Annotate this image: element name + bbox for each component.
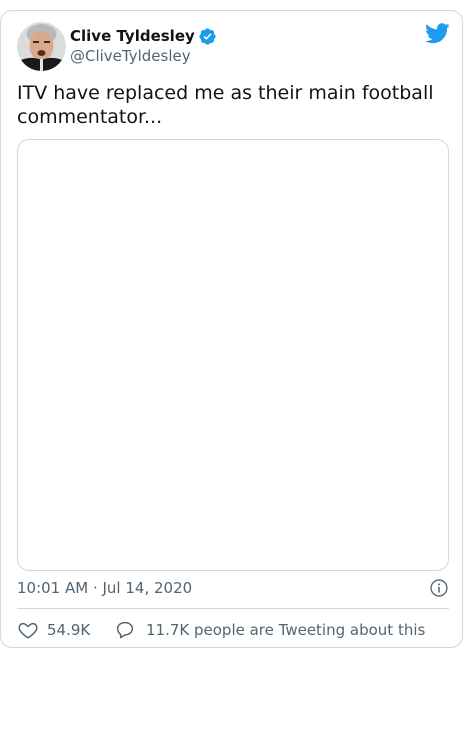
- avatar-image: [17, 22, 66, 71]
- discussion-link[interactable]: 11.7K people are Tweeting about this: [146, 620, 425, 640]
- tweet-text: ITV have replaced me as their main footb…: [17, 82, 434, 128]
- tweet-card[interactable]: Clive Tyldesley @CliveTyldesley ITV have…: [0, 10, 463, 648]
- timestamp-link[interactable]: 10:01 AM · Jul 14, 2020: [17, 578, 192, 598]
- divider: [17, 608, 449, 609]
- twitter-bird-icon[interactable]: [425, 23, 450, 44]
- author-handle[interactable]: @CliveTyldesley: [70, 46, 191, 66]
- heart-icon[interactable]: [17, 619, 39, 641]
- speech-bubble-icon[interactable]: [114, 619, 136, 641]
- author-name[interactable]: Clive Tyldesley: [70, 26, 195, 46]
- avatar[interactable]: [17, 22, 66, 71]
- media-frame[interactable]: [17, 139, 449, 571]
- info-icon[interactable]: [429, 578, 449, 598]
- like-count[interactable]: 54.9K: [47, 620, 90, 640]
- verified-badge-icon: [199, 28, 216, 45]
